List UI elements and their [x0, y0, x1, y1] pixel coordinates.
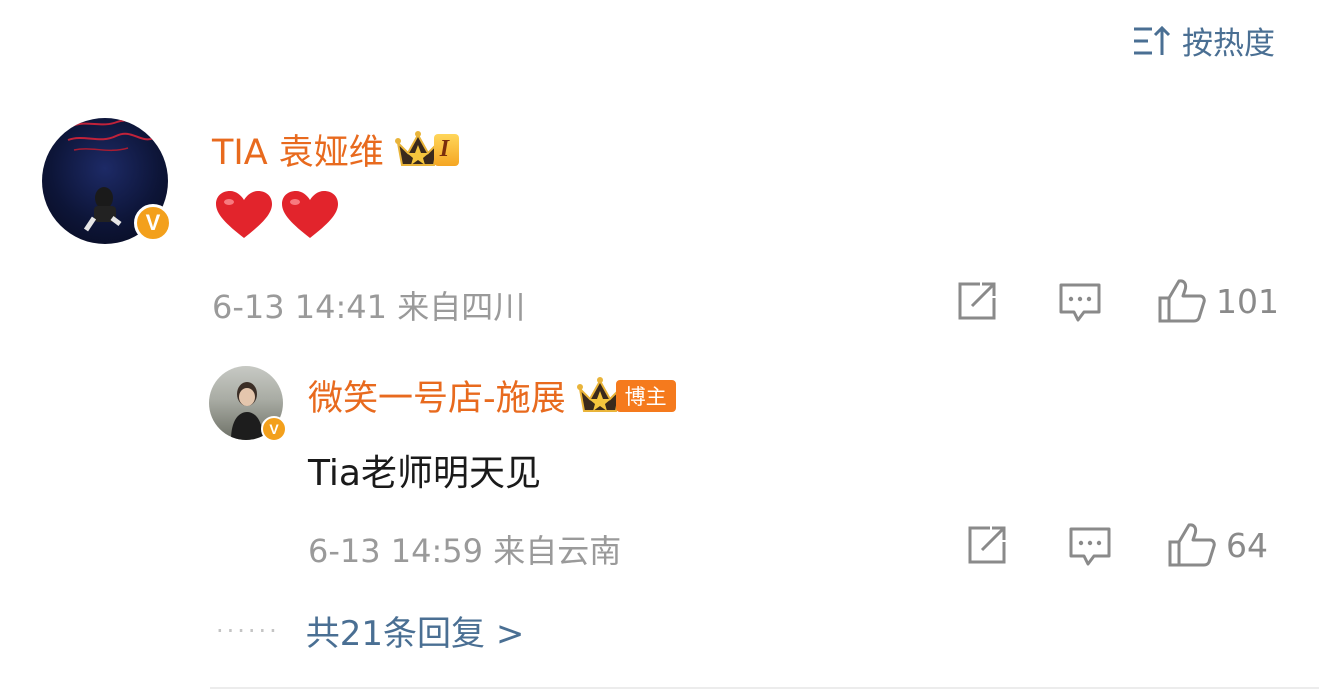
share-icon [958, 282, 996, 320]
verified-badge-icon: V [134, 204, 172, 242]
dots-separator: ······ [216, 616, 280, 645]
host-badge: 博主 [576, 375, 676, 417]
commenter-avatar[interactable]: V [42, 118, 172, 244]
fan-rank-badge: I [394, 129, 460, 171]
comment-meta: 6-13 14:41 来自四川 [212, 288, 526, 326]
view-all-replies-link[interactable]: 共21条回复 > [306, 606, 525, 655]
heart-emoji-icon [216, 191, 272, 238]
reply-button[interactable] [1058, 282, 1102, 324]
share-button[interactable] [956, 280, 1000, 322]
sort-icon [1132, 24, 1172, 58]
reply-content: Tia老师明天见 [308, 453, 541, 494]
share-icon [968, 526, 1006, 564]
comment-thread: 按热度 V TIA 袁娅维 I 6-13 14:41 来自四川 101 V 微笑… [0, 0, 1319, 692]
comment-icon [1069, 527, 1111, 566]
like-count: 64 [1226, 525, 1268, 565]
thumbs-up-icon [1158, 279, 1206, 323]
sort-label: 按热度 [1182, 26, 1275, 62]
share-button[interactable] [966, 524, 1010, 566]
sort-by-hot-button[interactable]: 按热度 [1132, 18, 1275, 63]
host-tag: 博主 [615, 379, 676, 412]
replier-name[interactable]: 微笑一号店-施展 博主 [308, 370, 676, 421]
verified-badge-icon: V [261, 416, 287, 442]
reply-meta: 6-13 14:59 来自云南 [308, 532, 622, 570]
like-button[interactable]: 101 [1158, 278, 1279, 324]
heart-emoji-icon [282, 191, 338, 238]
reply-button[interactable] [1068, 526, 1112, 568]
commenter-name[interactable]: TIA 袁娅维 I [212, 124, 460, 175]
divider [210, 687, 1319, 689]
replier-username: 微笑一号店-施展 [308, 379, 566, 419]
rank-level: I [433, 133, 460, 166]
comment-icon [1059, 283, 1101, 322]
replier-avatar[interactable]: V [209, 366, 287, 442]
commenter-username: TIA 袁娅维 [212, 133, 384, 173]
like-button[interactable]: 64 [1168, 522, 1268, 568]
more-replies-row: ······ 共21条回复 > [216, 606, 524, 655]
comment-emoji-content [214, 190, 340, 240]
like-count: 101 [1216, 281, 1279, 321]
thumbs-up-icon [1168, 523, 1216, 567]
